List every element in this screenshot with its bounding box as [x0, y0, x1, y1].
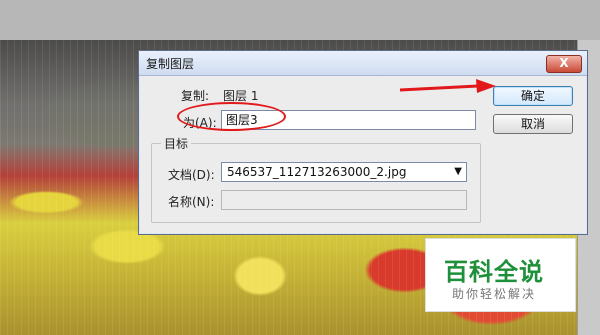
document-label: 文档(D): — [168, 168, 215, 182]
ok-button[interactable]: 确定 — [493, 86, 573, 106]
dialog-titlebar[interactable]: 复制图层 X — [139, 51, 587, 76]
chevron-down-icon: ▼ — [454, 166, 462, 177]
close-button[interactable]: X — [546, 55, 582, 73]
ok-button-label: 确定 — [520, 89, 545, 103]
name-label: 名称(N): — [168, 195, 215, 209]
watermark-title: 百科全说 — [444, 258, 544, 286]
document-select[interactable]: 546537_112713263000_2.jpg ▼ — [221, 162, 467, 182]
cancel-button-label: 取消 — [520, 117, 545, 131]
annotation-ellipse — [177, 102, 286, 131]
annotation-arrow-icon — [399, 79, 496, 93]
destination-name-input[interactable] — [221, 190, 467, 210]
dialog-title: 复制图层 — [146, 57, 195, 71]
destination-group — [151, 143, 481, 223]
watermark-box: 百科全说 助你轻松解决 — [425, 238, 576, 312]
duplicate-layer-dialog: 复制图层 X 复制: 图层 1 为(A): 图层3 目标 文档(D): 5465… — [138, 50, 588, 235]
watermark-subtitle: 助你轻松解决 — [452, 287, 537, 301]
cancel-button[interactable]: 取消 — [493, 114, 573, 134]
close-icon: X — [559, 56, 569, 70]
copy-label: 复制: — [181, 89, 210, 103]
document-selected-value: 546537_112713263000_2.jpg — [227, 165, 407, 179]
destination-title: 目标 — [161, 135, 192, 152]
